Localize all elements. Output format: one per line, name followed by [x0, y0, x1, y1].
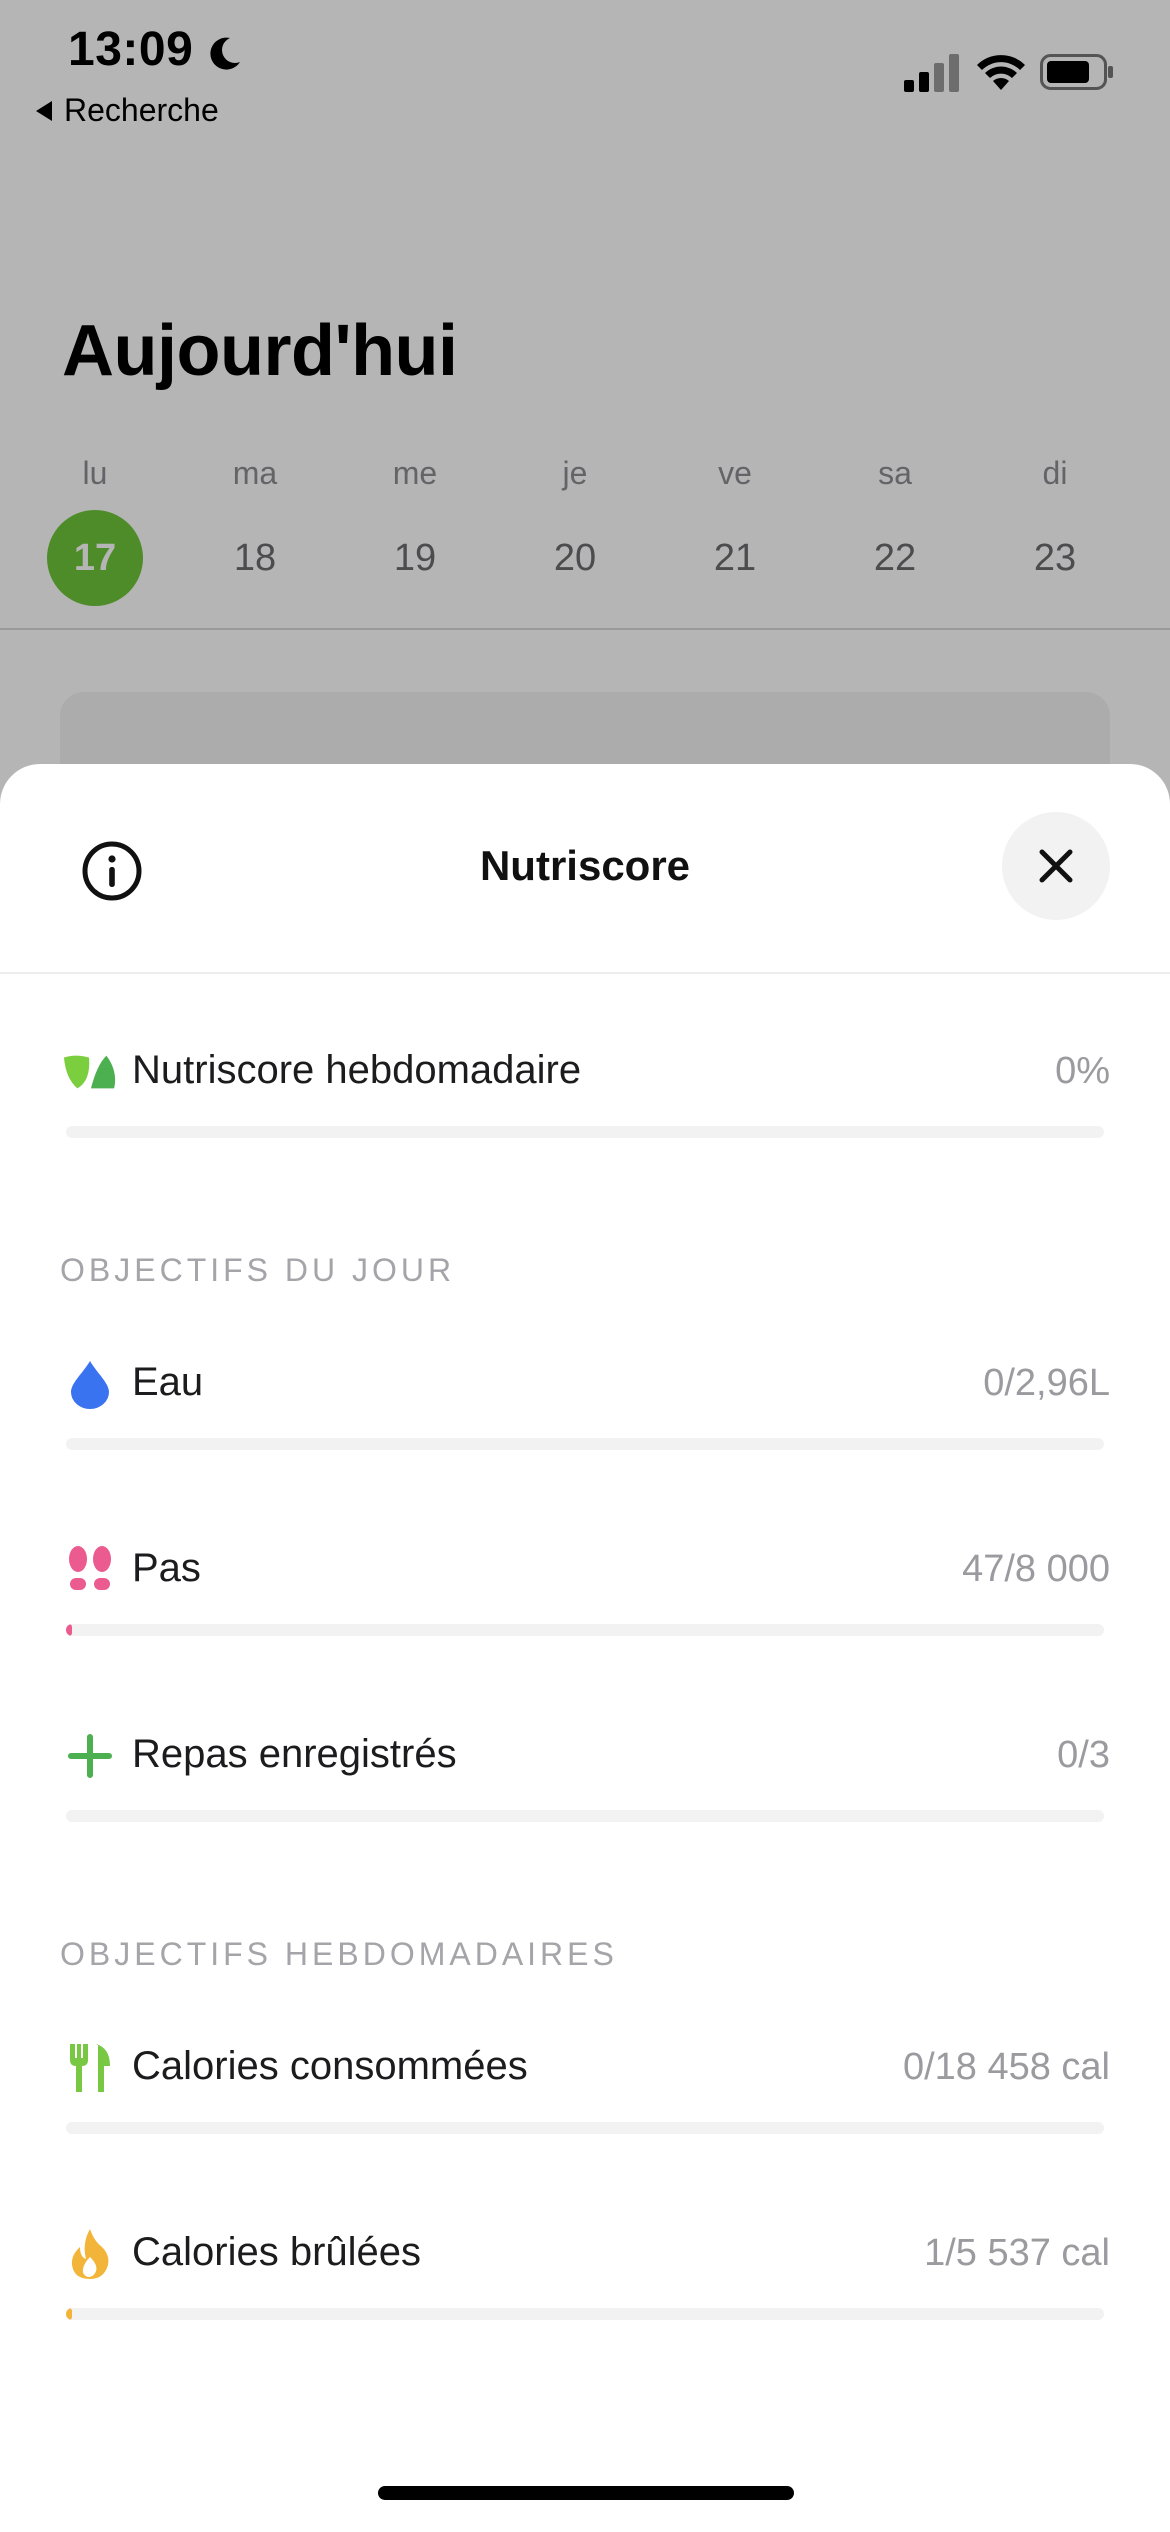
progress-bar — [66, 1624, 1104, 1636]
row-label: Calories consommées — [132, 2044, 528, 2088]
steps-row: Pas 47/8 000 — [60, 1540, 1110, 1660]
nutriscore-sheet: Nutriscore Nutriscore hebdomadaire 0% OB… — [0, 764, 1170, 2532]
leaves-icon — [62, 1044, 118, 1100]
row-label: Calories brûlées — [132, 2230, 422, 2274]
row-value: 0/18 458 cal — [902, 2046, 1110, 2088]
section-header-weekly: OBJECTIFS HEBDOMADAIRES — [60, 1936, 618, 1972]
row-value: 47/8 000 — [962, 1548, 1110, 1590]
row-label: Repas enregistrés — [132, 1732, 457, 1776]
row-value: 0/3 — [1057, 1734, 1110, 1776]
plus-icon — [62, 1728, 118, 1784]
weekly-nutriscore-row: Nutriscore hebdomadaire 0% — [60, 1042, 1110, 1162]
close-icon — [1039, 849, 1073, 883]
progress-bar — [66, 2308, 1104, 2320]
water-row: Eau 0/2,96L — [60, 1354, 1110, 1474]
calories-consumed-row: Calories consommées 0/18 458 cal — [60, 2038, 1110, 2158]
row-label: Pas — [132, 1546, 201, 1590]
fork-knife-icon — [62, 2040, 118, 2096]
home-indicator[interactable] — [378, 2486, 794, 2500]
row-value: 1/5 537 cal — [924, 2232, 1110, 2274]
progress-bar — [66, 2122, 1104, 2134]
water-drop-icon — [62, 1356, 118, 1412]
progress-fill — [66, 2308, 72, 2320]
sheet-title: Nutriscore — [479, 842, 691, 889]
sheet-header: Nutriscore — [0, 764, 1170, 974]
footsteps-icon — [62, 1542, 118, 1598]
progress-bar — [66, 1810, 1104, 1822]
row-label: Eau — [132, 1360, 204, 1404]
meals-row: Repas enregistrés 0/3 — [60, 1726, 1110, 1846]
progress-fill — [66, 1624, 72, 1636]
calories-burned-row: Calories brûlées 1/5 537 cal — [60, 2224, 1110, 2344]
row-label: Nutriscore hebdomadaire — [132, 1048, 582, 1092]
progress-bar — [66, 1126, 1104, 1138]
row-value: 0% — [1055, 1050, 1110, 1092]
flame-icon — [62, 2226, 118, 2282]
row-value: 0/2,96L — [983, 1362, 1110, 1404]
progress-bar — [66, 1438, 1104, 1450]
section-header-daily: OBJECTIFS DU JOUR — [60, 1252, 456, 1288]
close-button[interactable] — [1002, 812, 1110, 920]
